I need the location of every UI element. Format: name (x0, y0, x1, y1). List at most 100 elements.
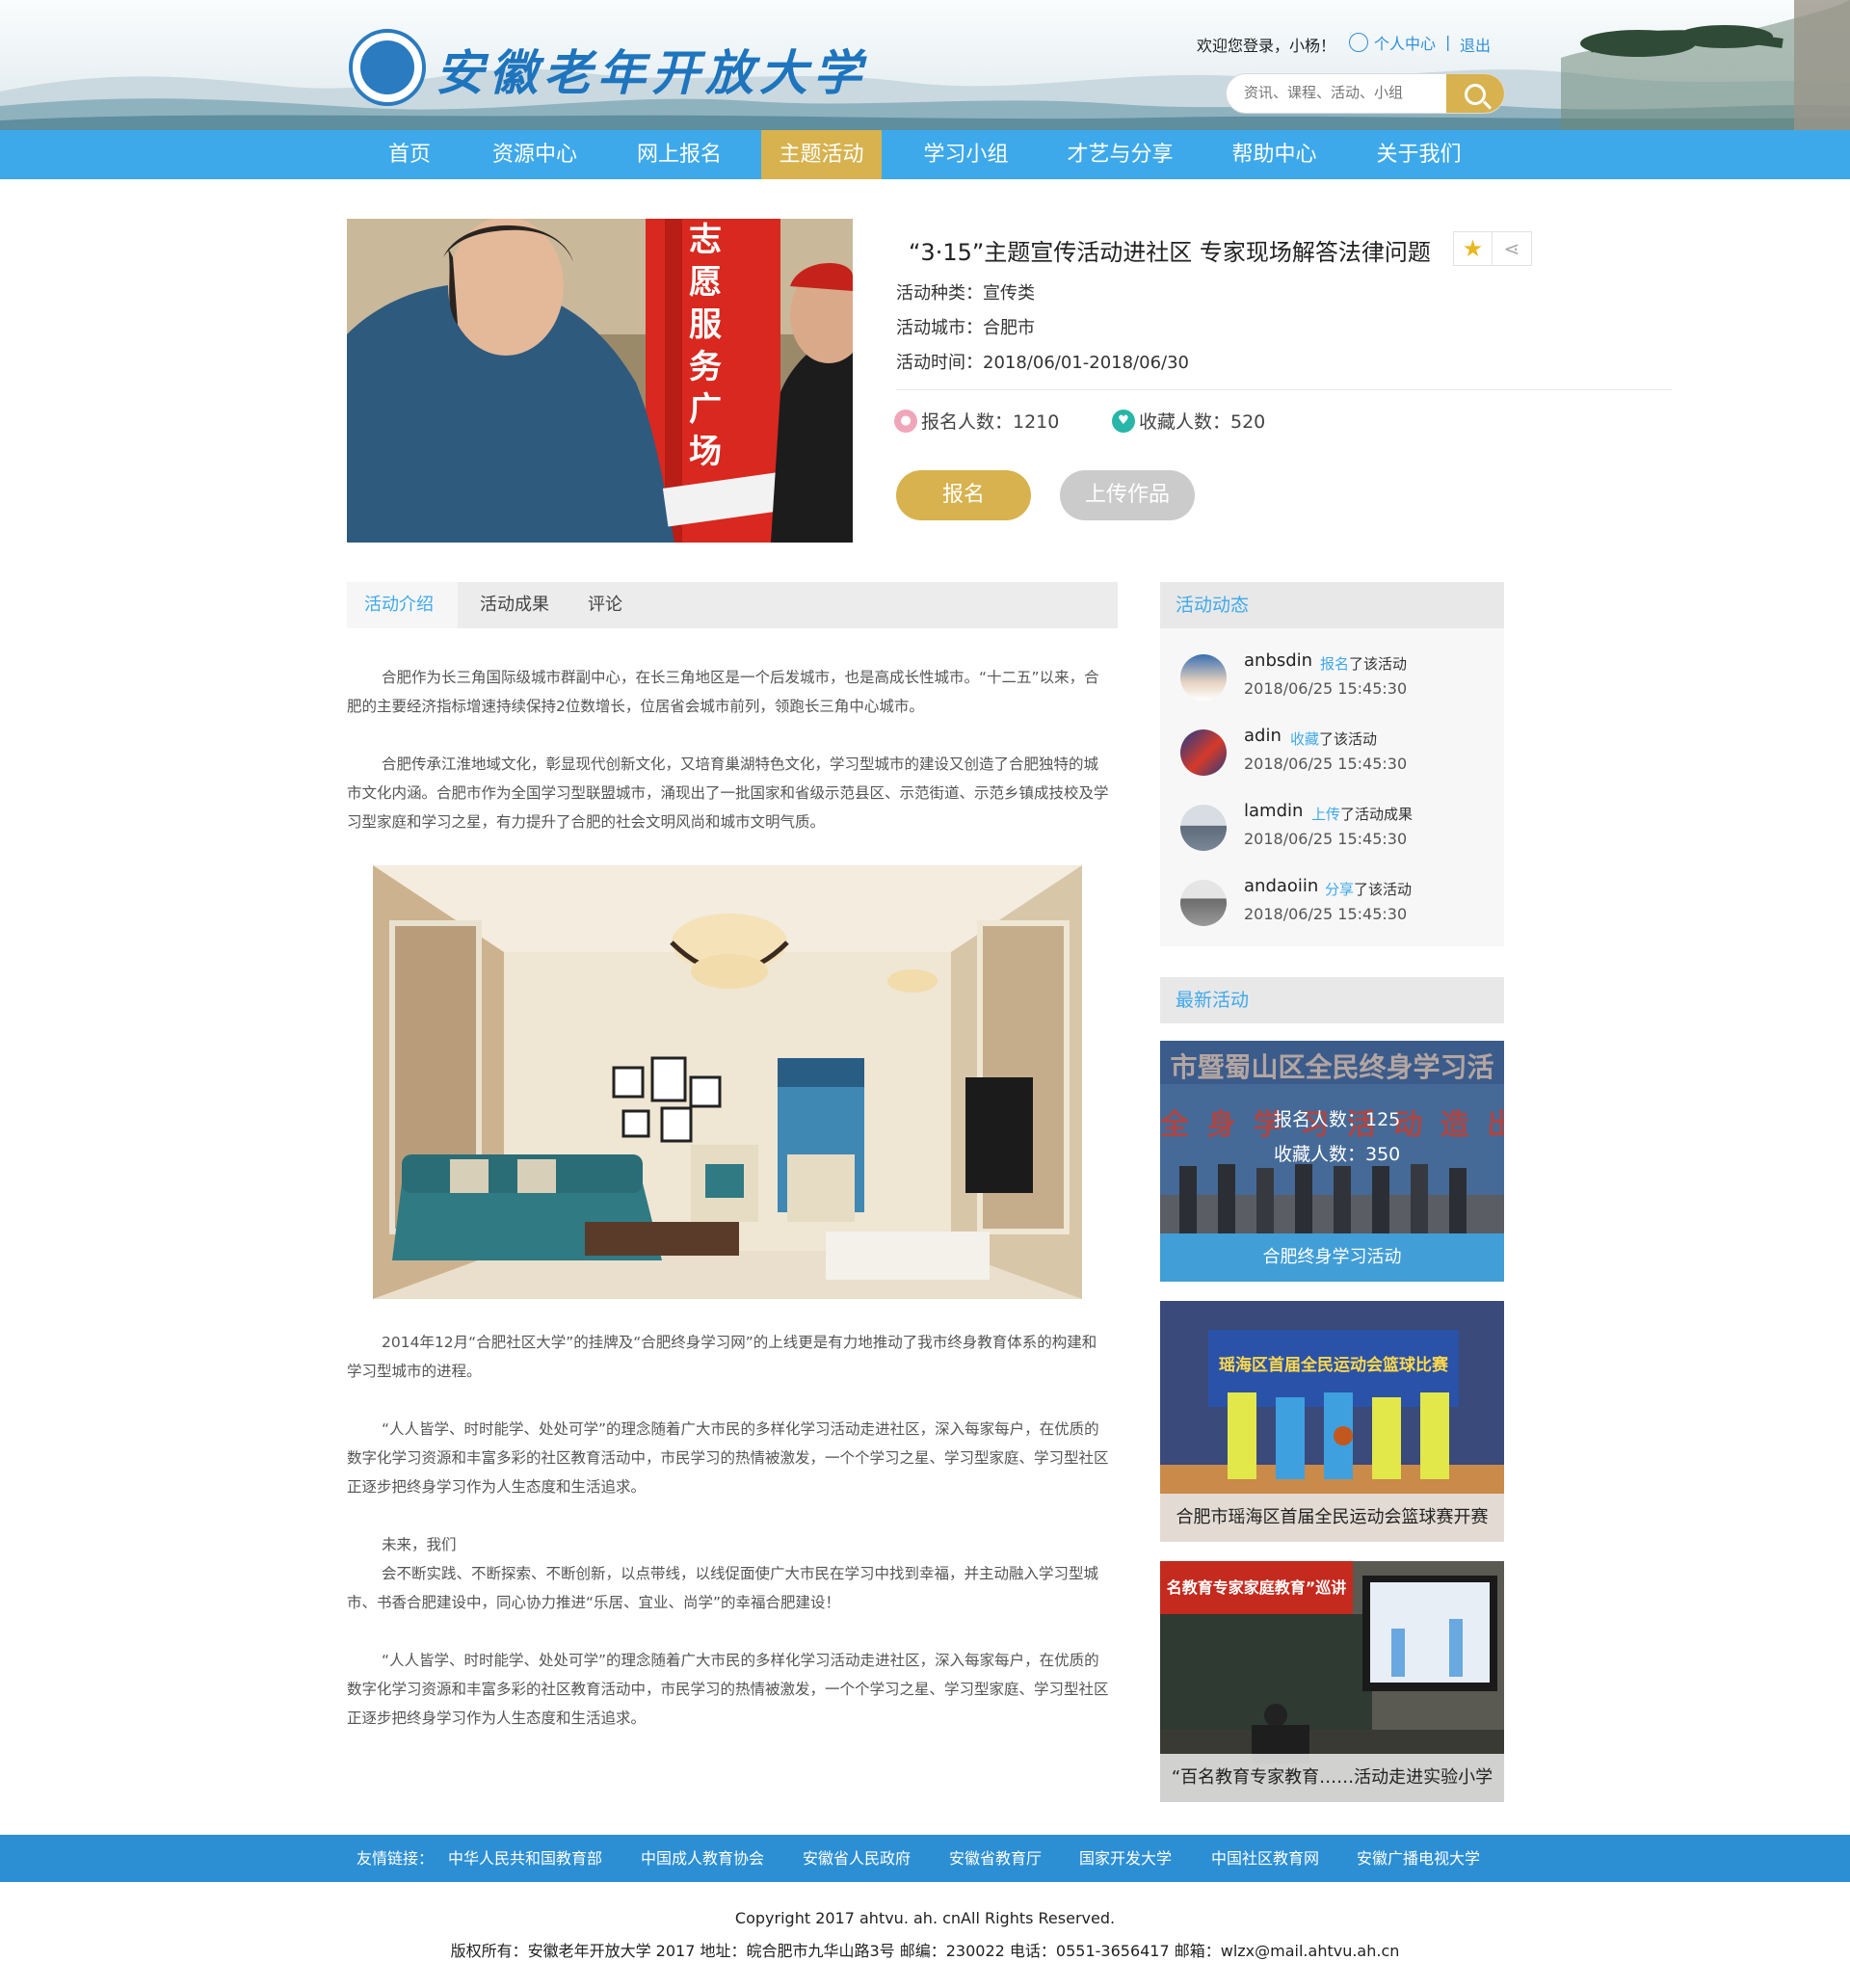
card-banner-text: 名教育专家家庭教育”巡讲 (1166, 1578, 1347, 1597)
latest-activity-card[interactable]: 市暨蜀山区全民终身学习活 全 身 学 习 活 动 造 出 彩 报名人数：125 … (1160, 1041, 1504, 1282)
search-input[interactable] (1244, 84, 1437, 101)
article-paragraph: 合肥作为长三角国际级城市群副中心，在长三角地区是一个后发城市，也是高成长性城市。… (347, 669, 1099, 715)
article-paragraph: 未来，我们 (382, 1536, 457, 1553)
tab-activity-intro[interactable]: 活动介绍 (347, 582, 458, 628)
card-favorite-count: 收藏人数：350 (1274, 1144, 1401, 1165)
friend-link[interactable]: 国家开发大学 (1079, 1835, 1172, 1882)
latest-activities-title: 最新活动 (1160, 977, 1504, 1023)
sign-char: 志 (689, 221, 722, 259)
search-button[interactable] (1446, 74, 1504, 113)
main-nav: 首页 资源中心 网上报名 主题活动 学习小组 才艺与分享 帮助中心 关于我们 (0, 130, 1850, 179)
friend-link[interactable]: 中国成人教育协会 (641, 1835, 764, 1882)
dynamic-user-name[interactable]: anbsdin (1244, 650, 1312, 671)
logo-seal-icon[interactable] (349, 29, 426, 106)
action-suffix: 了活动成果 (1340, 806, 1414, 823)
living-room-illustration (373, 865, 1082, 1299)
friend-link[interactable]: 安徽省人民政府 (803, 1835, 911, 1882)
mountain-scenery (0, 0, 1850, 130)
site-header: 安徽老年开放大学 欢迎您登录，小杨！ 个人中心 | 退出 (0, 0, 1850, 130)
article-paragraph: “人人皆学、时时能学、处处可学”的理念随着广大市民的多样化学习活动走进社区，深入… (347, 1420, 1109, 1496)
activity-photo-illustration (347, 219, 853, 543)
signup-count: ● 报名人数：1210 (894, 408, 1059, 434)
tab-comments[interactable]: 评论 (588, 582, 646, 628)
card-signup-count: 报名人数：125 (1274, 1109, 1401, 1130)
action-link[interactable]: 上传 (1311, 806, 1340, 823)
card-caption: “百名教育专家教育……活动走进实验小学 (1160, 1754, 1504, 1802)
dynamic-action: 收藏了该活动 (1290, 729, 1377, 749)
dynamic-action: 分享了该活动 (1325, 879, 1412, 899)
friend-link[interactable]: 安徽广播电视大学 (1357, 1835, 1480, 1882)
tab-activity-results[interactable]: 活动成果 (480, 582, 557, 628)
dynamic-item: andaoiin 分享了该活动 2018/06/25 15:45:30 (1180, 876, 1498, 934)
nav-item-theme-activities[interactable]: 主题活动 (761, 130, 882, 179)
welcome-text: 欢迎您登录，小杨！ (1197, 37, 1336, 55)
friend-links-bar: 友情链接： 中华人民共和国教育部 中国成人教育协会 安徽省人民政府 安徽省教育厅… (0, 1835, 1850, 1882)
activity-type: 活动种类：宣传类 (896, 283, 1035, 304)
activity-divider (896, 389, 1672, 390)
dynamic-item: lamdin 上传了活动成果 2018/06/25 15:45:30 (1180, 801, 1498, 859)
action-link[interactable]: 收藏 (1290, 730, 1319, 748)
latest-activity-card[interactable]: 瑶海区首届全民运动会篮球比赛 合肥市瑶海区首届全民运动会篮球赛开赛 (1160, 1301, 1504, 1542)
activity-title: “3·15”主题宣传活动进社区 专家现场解答法律问题 (909, 239, 1431, 266)
star-icon[interactable]: ★ (1454, 232, 1493, 265)
avatar[interactable] (1180, 880, 1227, 926)
dynamic-time: 2018/06/25 15:45:30 (1244, 755, 1408, 773)
content-tabs: 活动介绍 活动成果 评论 (347, 582, 1118, 628)
sign-char: 广 (689, 390, 722, 429)
friend-link[interactable]: 安徽省教育厅 (949, 1835, 1042, 1882)
nav-item-talent-share[interactable]: 才艺与分享 (1060, 130, 1180, 179)
article-paragraph: “人人皆学、时时能学、处处可学”的理念随着广大市民的多样化学习活动走进社区，深入… (347, 1652, 1109, 1727)
upload-work-button[interactable]: 上传作品 (1060, 470, 1195, 520)
logout-link[interactable]: 退出 (1460, 33, 1491, 56)
site-logo-text[interactable]: 安徽老年开放大学 (436, 35, 867, 104)
favorite-count-text: 收藏人数：520 (1139, 411, 1266, 433)
activity-time: 活动时间：2018/06/01-2018/06/30 (896, 353, 1189, 373)
article-paragraph: 会不断实践、不断探索、不断创新，以点带线，以线促面使广大市民在学习中找到幸福，并… (347, 1565, 1099, 1611)
sign-char: 场 (689, 433, 722, 471)
latest-activity-card[interactable]: 名教育专家家庭教育”巡讲 “百名教育专家教育……活动走进实验小学 (1160, 1561, 1504, 1802)
sign-char: 服 (689, 305, 722, 344)
dynamic-user-name[interactable]: adin (1244, 726, 1282, 746)
sign-char: 愿 (689, 263, 722, 302)
nav-item-about-us[interactable]: 关于我们 (1363, 130, 1474, 179)
action-suffix: 了该活动 (1354, 881, 1413, 898)
avatar[interactable] (1180, 805, 1227, 851)
dynamic-user-name[interactable]: andaoiin (1244, 876, 1318, 896)
dynamic-time: 2018/06/25 15:45:30 (1244, 679, 1408, 698)
activity-dynamics-title: 活动动态 (1160, 582, 1504, 628)
nav-item-online-signup[interactable]: 网上报名 (626, 130, 732, 179)
action-suffix: 了该活动 (1349, 655, 1408, 673)
signup-button[interactable]: 报名 (896, 470, 1031, 520)
nav-item-home[interactable]: 首页 (366, 130, 453, 179)
people-icon: ● (894, 409, 917, 433)
nav-item-study-groups[interactable]: 学习小组 (911, 130, 1021, 179)
signup-count-text: 报名人数：1210 (921, 411, 1060, 433)
dynamic-time: 2018/06/25 15:45:30 (1244, 830, 1408, 848)
share-icon[interactable]: ⋖ (1493, 232, 1531, 265)
dynamic-user-name[interactable]: lamdin (1244, 801, 1303, 821)
card-caption: 合肥市瑶海区首届全民运动会篮球赛开赛 (1160, 1494, 1504, 1542)
user-center-label: 个人中心 (1374, 35, 1437, 53)
avatar[interactable] (1180, 729, 1227, 776)
friend-links-label: 友情链接： (357, 1849, 435, 1868)
action-link[interactable]: 报名 (1320, 655, 1349, 673)
card-caption: 合肥终身学习活动 (1160, 1233, 1504, 1282)
search-icon (1465, 84, 1486, 105)
avatar[interactable] (1180, 654, 1227, 701)
favorite-count: ♥ 收藏人数：520 (1112, 408, 1265, 434)
heart-icon: ♥ (1112, 409, 1135, 433)
volunteer-sign-text: 志 愿 服 务 广 场 (686, 219, 725, 473)
living-room-image (373, 865, 1082, 1299)
action-link[interactable]: 分享 (1325, 881, 1354, 898)
activity-photo: 志 愿 服 务 广 场 (347, 219, 853, 543)
nav-item-resources[interactable]: 资源中心 (482, 130, 588, 179)
dynamic-time: 2018/06/25 15:45:30 (1244, 905, 1408, 923)
user-center-link[interactable]: 个人中心 (1349, 31, 1436, 54)
activity-city: 活动城市：合肥市 (896, 318, 1035, 338)
friend-link[interactable]: 中华人民共和国教育部 (448, 1835, 602, 1882)
article-paragraph: 合肥传承江淮地域文化，彰显现代创新文化，又培育巢湖特色文化，学习型城市的建设又创… (347, 755, 1109, 831)
friend-link[interactable]: 中国社区教育网 (1211, 1835, 1319, 1882)
site-info-text: 版权所有：安徽老年开放大学 2017 地址：皖合肥市九华山路3号 邮编：2300… (450, 1942, 1400, 1960)
nav-item-help-center[interactable]: 帮助中心 (1219, 130, 1330, 179)
copyright-text: Copyright 2017 ahtvu. ah. cnAll Rights R… (734, 1909, 1116, 1927)
